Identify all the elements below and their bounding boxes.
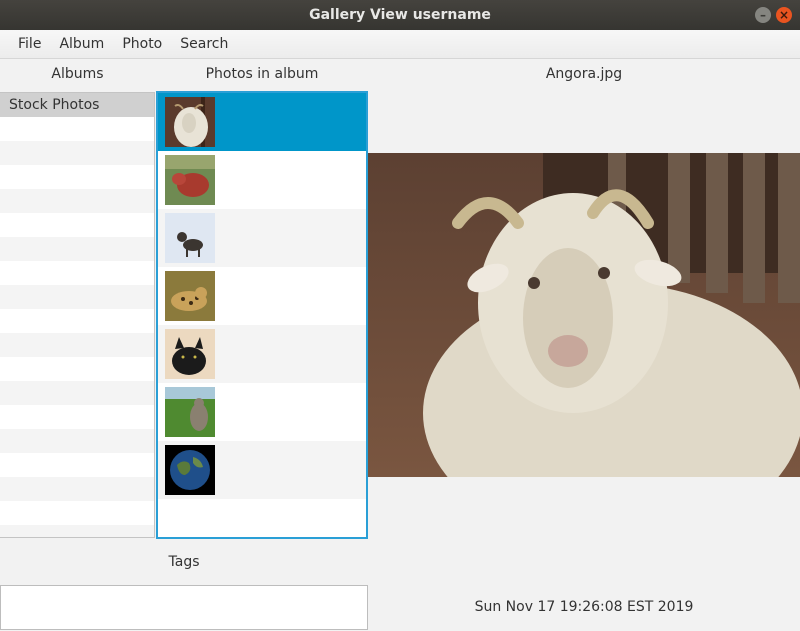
close-button[interactable]: × [776, 7, 792, 23]
preview-filename: Angora.jpg [545, 66, 623, 82]
tabby-cat-on-grass-thumbnail-icon [165, 387, 215, 437]
minimize-icon: – [760, 8, 766, 22]
photo-item[interactable] [158, 209, 366, 267]
menu-file[interactable]: File [9, 36, 50, 52]
album-item-stock-photos[interactable]: Stock Photos [0, 93, 154, 117]
menu-search[interactable]: Search [171, 36, 237, 52]
empty-row [0, 165, 154, 189]
photo-item[interactable] [158, 93, 366, 151]
photos-header: Photos in album [205, 66, 319, 82]
status-datetime: Sun Nov 17 19:26:08 EST 2019 [474, 599, 694, 615]
window-controls: – × [755, 7, 792, 23]
spotted-cat-thumbnail-icon [165, 271, 215, 321]
albums-list[interactable]: Stock Photos [0, 92, 155, 538]
tags-field[interactable] [0, 585, 368, 630]
photo-item[interactable] [158, 325, 366, 383]
empty-row [0, 285, 154, 309]
photo-item[interactable] [158, 441, 366, 499]
empty-row [0, 333, 154, 357]
minimize-button[interactable]: – [755, 7, 771, 23]
window-title: Gallery View username [309, 7, 491, 23]
empty-row [0, 429, 154, 453]
menu-photo[interactable]: Photo [113, 36, 171, 52]
empty-row [0, 309, 154, 333]
empty-row [0, 213, 154, 237]
album-item-label: Stock Photos [9, 97, 100, 113]
close-icon: × [778, 8, 790, 22]
empty-row [0, 189, 154, 213]
empty-row [0, 405, 154, 429]
photos-list[interactable] [156, 91, 368, 539]
black-cat-thumbnail-icon [165, 329, 215, 379]
angora-goat-photo-icon [368, 153, 800, 477]
menu-album[interactable]: Album [50, 36, 113, 52]
empty-row [0, 381, 154, 405]
red-fur-animal-thumbnail-icon [165, 155, 215, 205]
empty-row [0, 357, 154, 381]
goat-thumbnail-icon [165, 97, 215, 147]
cat-in-snow-thumbnail-icon [165, 213, 215, 263]
photo-item[interactable] [158, 151, 366, 209]
empty-row [0, 117, 154, 141]
window-titlebar: Gallery View username – × [0, 0, 800, 30]
earth-thumbnail-icon [165, 445, 215, 495]
empty-row [0, 501, 154, 525]
tags-input[interactable] [7, 592, 365, 627]
menu-bar: File Album Photo Search [0, 30, 800, 59]
photo-preview [368, 153, 800, 477]
empty-row [0, 261, 154, 285]
empty-row [0, 525, 154, 537]
photo-item[interactable] [158, 267, 366, 325]
empty-row [0, 453, 154, 477]
photo-item[interactable] [158, 383, 366, 441]
empty-row [0, 141, 154, 165]
empty-row [0, 477, 154, 501]
tags-label: Tags [168, 554, 200, 570]
albums-header: Albums [51, 66, 104, 82]
empty-row [0, 237, 154, 261]
